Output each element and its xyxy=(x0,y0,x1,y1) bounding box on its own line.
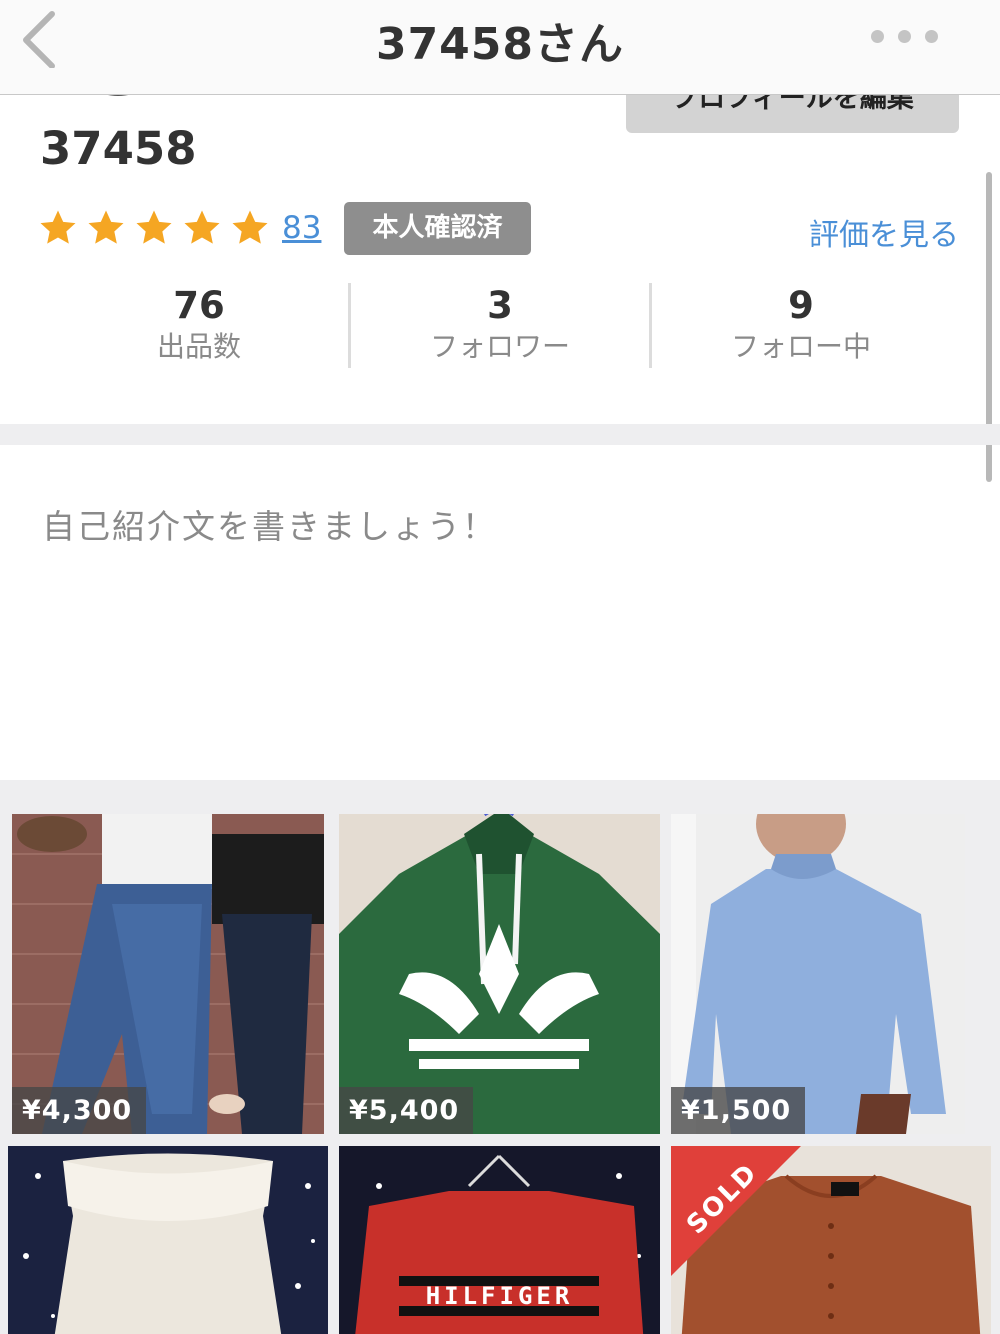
item-price: ¥5,400 xyxy=(339,1087,474,1134)
stat-value: 76 xyxy=(173,284,225,327)
more-dot-icon xyxy=(925,30,938,43)
nav-bar: 37458さん xyxy=(0,0,1000,95)
stat-followers[interactable]: 3 フォロワー xyxy=(348,283,649,368)
more-dot-icon xyxy=(871,30,884,43)
stat-label: フォロー中 xyxy=(730,330,871,363)
rating-stars xyxy=(38,208,270,248)
stat-label: 出品数 xyxy=(156,330,241,363)
item-card[interactable]: ¥5,400 xyxy=(339,814,660,1134)
item-card[interactable] xyxy=(8,1146,328,1334)
more-button[interactable] xyxy=(871,30,938,43)
stat-value: 9 xyxy=(788,284,814,327)
rating-count-link[interactable]: 83 xyxy=(282,210,321,246)
item-grid: ¥4,300 ¥5,400 ¥1,500 HILFIGER SOLD xyxy=(0,780,1000,1334)
section-divider xyxy=(0,424,1000,445)
star-icon xyxy=(88,210,124,244)
stat-listings[interactable]: 76 出品数 xyxy=(50,283,348,368)
more-dot-icon xyxy=(898,30,911,43)
view-reviews-link[interactable]: 評価を見る xyxy=(809,210,959,254)
star-icon xyxy=(232,210,268,244)
username: 37458 xyxy=(40,122,197,175)
item-photo xyxy=(671,814,965,1134)
item-card[interactable]: ¥1,500 xyxy=(671,814,965,1134)
star-icon xyxy=(136,210,172,244)
stat-value: 3 xyxy=(487,284,513,327)
star-icon xyxy=(40,210,76,244)
item-photo xyxy=(12,814,324,1134)
item-photo xyxy=(8,1146,328,1334)
bio-placeholder[interactable]: 自己紹介文を書きましょう！ xyxy=(42,500,497,548)
page-title: 37458さん xyxy=(375,19,625,70)
stat-label: フォロワー xyxy=(429,330,570,363)
star-icon xyxy=(184,210,220,244)
item-price: ¥1,500 xyxy=(671,1087,806,1134)
item-card[interactable]: ¥4,300 xyxy=(12,814,324,1134)
verified-badge: 本人確認済 xyxy=(344,202,531,255)
item-price: ¥4,300 xyxy=(12,1087,147,1134)
item-card[interactable]: SOLD xyxy=(671,1146,991,1334)
stats-row: 76 出品数 3 フォロワー 9 フォロー中 xyxy=(50,283,950,368)
item-card[interactable]: HILFIGER xyxy=(339,1146,660,1334)
item-photo xyxy=(339,814,660,1134)
stat-following[interactable]: 9 フォロー中 xyxy=(649,283,950,368)
item-print-text: HILFIGER xyxy=(425,1282,574,1310)
